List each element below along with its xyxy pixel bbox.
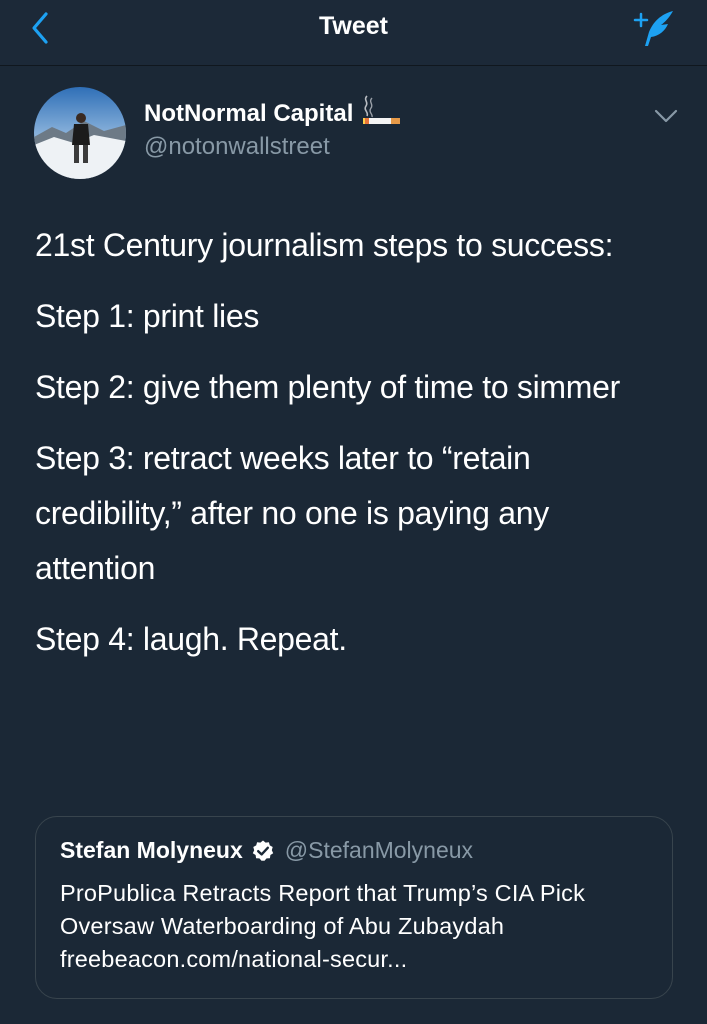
tweet-paragraph: Step 4: laugh. Repeat. [35,621,347,657]
tweet-paragraph: Step 2: give them plenty of time to simm… [35,369,620,405]
tweet-paragraph: Step 3: retract weeks later to “retain c… [35,440,549,586]
tweet-options-button[interactable] [652,106,680,126]
display-name-row: NotNormal Capital [144,95,401,128]
page-title: Tweet [319,12,388,40]
author-handle[interactable]: @notonwallstreet [144,133,330,161]
quoted-tweet-card[interactable]: Stefan Molyneux @StefanMolyneux ProPubli… [35,816,673,999]
verified-badge-icon [252,840,273,861]
cigarette-emoji-icon [363,95,401,124]
avatar[interactable] [34,87,126,179]
compose-tweet-button[interactable] [627,6,677,50]
avatar-photo [34,87,126,179]
quoted-author-name: Stefan Molyneux [60,837,243,863]
tweet-paragraph: Step 1: print lies [35,298,260,334]
top-nav-bar: Tweet [0,0,707,66]
tweet-paragraph: 21st Century journalism steps to success… [35,227,614,263]
quoted-tweet-text: ProPublica Retracts Report that Trump’s … [60,880,586,972]
compose-tweet-icon [633,11,673,46]
author-display-name[interactable]: NotNormal Capital [144,100,353,128]
tweet-author-header: NotNormal Capital @notonwallstreet [0,66,707,196]
quoted-tweet-header: Stefan Molyneux @StefanMolyneux [60,837,473,864]
tweet-text: 21st Century journalism steps to success… [35,218,675,683]
chevron-down-icon [654,109,678,123]
quoted-author-handle: @StefanMolyneux [284,837,474,863]
